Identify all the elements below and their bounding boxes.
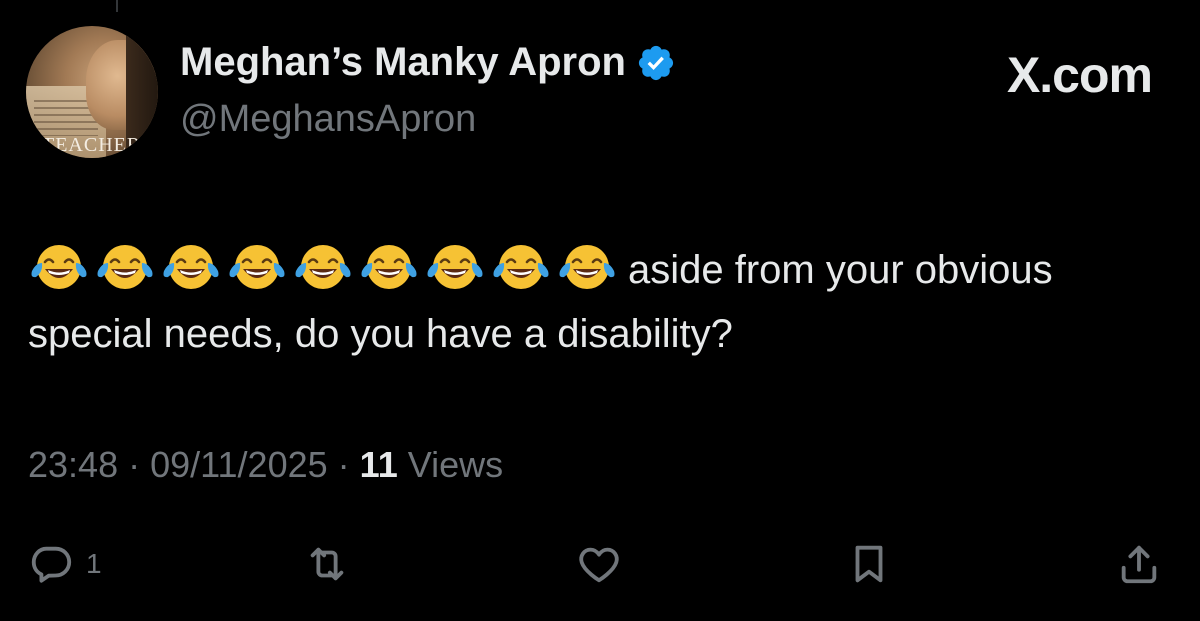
meta-separator: · (128, 444, 141, 485)
face-with-tears-of-joy-emoji (163, 245, 219, 289)
meta-separator: · (337, 444, 350, 485)
reply-icon (31, 546, 72, 583)
face-with-tears-of-joy-emoji (31, 245, 87, 289)
like-button[interactable] (576, 536, 622, 592)
face-with-tears-of-joy-emoji (229, 245, 285, 289)
author-display-name[interactable]: Meghan’s Manky Apron (180, 40, 676, 85)
tweet-text: aside from your obvious special needs, d… (28, 238, 1168, 366)
share-icon (1121, 545, 1157, 584)
views-label: Views (407, 444, 504, 485)
avatar-caption: TEACHER (42, 134, 142, 156)
retweet-button[interactable] (304, 536, 350, 592)
reply-button[interactable]: 1 (28, 536, 102, 592)
site-label: X.com (1006, 47, 1153, 103)
emoji-row (28, 241, 618, 293)
display-name-text: Meghan’s Manky Apron (180, 40, 626, 84)
verified-badge-icon (638, 45, 674, 80)
face-with-tears-of-joy-emoji (295, 245, 351, 289)
thread-connector-line (116, 0, 118, 12)
face-with-tears-of-joy-emoji (427, 245, 483, 289)
author-handle[interactable]: @MeghansApron (180, 98, 476, 141)
bookmark-button[interactable] (846, 536, 892, 592)
share-button[interactable] (1116, 536, 1162, 592)
face-with-tears-of-joy-emoji (361, 245, 417, 289)
views-count: 11 (359, 444, 398, 485)
author-avatar[interactable]: TEACHER (26, 26, 158, 158)
retweet-icon (310, 547, 344, 581)
like-icon (579, 547, 619, 583)
tweet-time[interactable]: 23:48 (28, 444, 118, 485)
face-with-tears-of-joy-emoji (559, 245, 615, 289)
face-with-tears-of-joy-emoji (97, 245, 153, 289)
face-with-tears-of-joy-emoji (493, 245, 549, 289)
tweet-date[interactable]: 09/11/2025 (150, 444, 328, 485)
tweet-action-bar: 1 (0, 536, 1200, 592)
bookmark-icon (855, 545, 883, 583)
reply-count: 1 (86, 548, 102, 579)
tweet-metadata: 23:48 · 09/11/2025 · 11 Views (28, 444, 503, 486)
